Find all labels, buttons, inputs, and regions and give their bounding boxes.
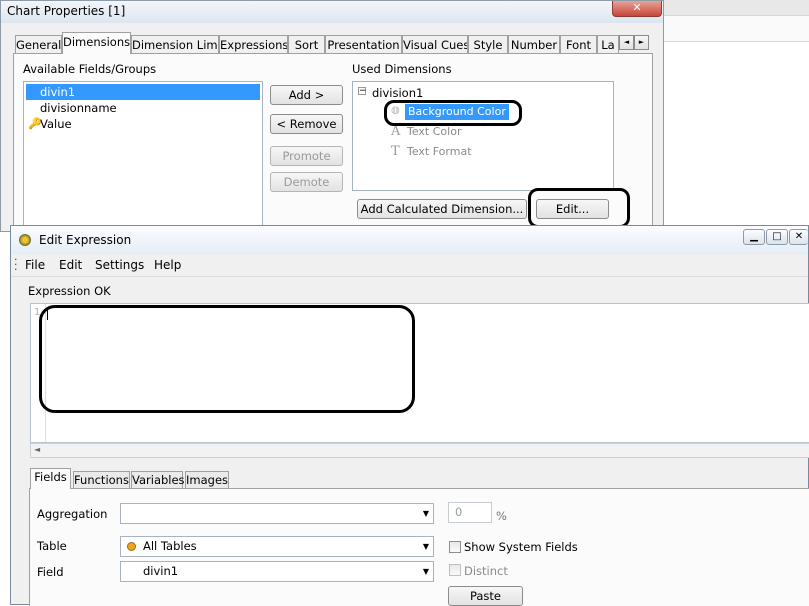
show-system-fields-label: Show System Fields [464, 540, 578, 554]
table-label: Table [37, 539, 67, 553]
add-button[interactable]: Add > [270, 85, 343, 105]
key-icon: 🔑 [28, 117, 42, 130]
edit-expression-titlebar: Edit Expression ▁ □ ✕ [11, 226, 808, 254]
highlight-mark [39, 305, 415, 413]
show-system-fields-checkbox[interactable] [449, 541, 461, 553]
distinct-checkbox[interactable] [449, 564, 461, 576]
tab-number[interactable]: Number [508, 35, 560, 53]
list-item[interactable]: divisionname [26, 100, 117, 116]
expression-status: Expression OK [28, 284, 111, 298]
text-format-icon: T [391, 144, 400, 159]
menu-help[interactable]: Help [154, 258, 181, 272]
close-button[interactable]: ✕ [612, 1, 662, 17]
tab-scroll-left-button[interactable]: ◄ [619, 35, 634, 50]
paste-button[interactable]: Paste [448, 586, 523, 606]
minimize-button[interactable]: ▁ [743, 229, 765, 245]
collapse-icon[interactable]: − [358, 87, 367, 96]
tree-item-text-format[interactable]: T Text Format [391, 144, 499, 160]
dropdown-arrow-icon: ▼ [422, 509, 429, 518]
tab-visual-cues[interactable]: Visual Cues [402, 35, 468, 53]
field-select[interactable]: divin1 ▼ [120, 561, 434, 582]
menu-file[interactable]: File [25, 258, 45, 272]
tree-item-text-color[interactable]: A Text Color [391, 124, 499, 140]
tree-item-label: Text Format [407, 145, 472, 158]
tab-presentation[interactable]: Presentation [325, 35, 402, 53]
table-select[interactable]: All Tables ▼ [120, 536, 434, 557]
menu-edit[interactable]: Edit [59, 258, 82, 272]
maximize-icon: □ [772, 231, 782, 242]
tab-sort[interactable]: Sort [288, 35, 325, 53]
list-item[interactable]: 🔑 Value [26, 116, 72, 132]
tab-functions[interactable]: Functions [73, 471, 130, 489]
horizontal-scrollbar[interactable]: ◄ [30, 443, 809, 458]
dropdown-arrow-icon: ▼ [422, 567, 429, 576]
tab-variables[interactable]: Variables [131, 471, 185, 489]
minimize-icon: ▁ [750, 231, 758, 242]
tab-style[interactable]: Style [468, 35, 508, 53]
scroll-left-icon[interactable]: ◄ [34, 445, 40, 454]
edit-expression-window: Edit Expression ▁ □ ✕ · · · File Edit Sett… [10, 225, 809, 606]
highlight-mark [384, 100, 522, 126]
tab-general[interactable]: General [15, 35, 62, 53]
background-area [664, 0, 809, 15]
remove-button[interactable]: < Remove [270, 114, 343, 134]
number-field[interactable]: 0 [448, 502, 492, 523]
tab-images[interactable]: Images [185, 471, 229, 489]
menu-settings[interactable]: Settings [95, 258, 144, 272]
close-button[interactable]: ✕ [789, 229, 808, 245]
app-icon [19, 234, 31, 246]
window-title: Chart Properties [1] [7, 4, 126, 18]
tab-scroll-right-button[interactable]: ► [634, 35, 649, 50]
tab-layout-partial[interactable]: La [597, 35, 619, 53]
tab-dimensions[interactable]: Dimensions [62, 32, 131, 54]
percent-label: % [496, 509, 507, 523]
chart-properties-titlebar: Chart Properties [1] ✕ [1, 1, 663, 23]
tab-expressions[interactable]: Expressions [219, 35, 288, 53]
demote-button[interactable]: Demote [270, 172, 343, 192]
add-calculated-dimension-button[interactable]: Add Calculated Dimension... [357, 199, 527, 219]
list-item[interactable]: divin1 [26, 84, 260, 100]
close-icon: ✕ [632, 1, 642, 14]
text-color-icon: A [391, 124, 401, 139]
used-dimensions-tree[interactable]: − division1 ◍ Background Color A Text Co… [352, 81, 614, 191]
window-title: Edit Expression [39, 233, 132, 247]
table-icon [127, 542, 136, 551]
aggregation-label: Aggregation [37, 507, 108, 521]
distinct-label: Distinct [464, 564, 508, 578]
available-fields-list[interactable]: divin1 divisionname 🔑 Value [23, 81, 263, 231]
tab-dimension-limits[interactable]: Dimension Limits [131, 35, 219, 53]
maximize-button[interactable]: □ [766, 229, 788, 245]
chart-properties-window: Chart Properties [1] ✕ General Dimension… [0, 0, 664, 233]
dropdown-arrow-icon: ▼ [422, 542, 429, 551]
available-fields-label: Available Fields/Groups [23, 62, 157, 76]
grip-icon: · · · [14, 253, 18, 276]
aggregation-select[interactable]: ▼ [120, 503, 434, 524]
promote-button[interactable]: Promote [270, 146, 343, 166]
highlight-mark [528, 188, 630, 228]
tab-fields[interactable]: Fields [30, 468, 71, 489]
background-toolbar [664, 15, 809, 42]
field-label: Field [37, 565, 64, 579]
tree-root-item[interactable]: division1 [372, 86, 423, 100]
used-dimensions-label: Used Dimensions [352, 62, 452, 76]
close-icon: ✕ [794, 231, 804, 242]
menu-bar: · · · File Edit Settings Help [11, 254, 808, 277]
tree-item-label: Text Color [407, 125, 462, 138]
tab-font[interactable]: Font [560, 35, 597, 53]
